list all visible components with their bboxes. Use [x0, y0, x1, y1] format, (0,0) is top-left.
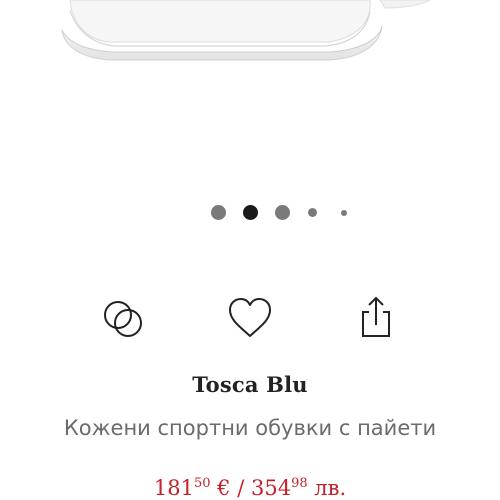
share-icon: [362, 296, 390, 337]
price-bgn-currency: лв.: [307, 476, 347, 500]
carousel-dot[interactable]: [341, 210, 347, 216]
carousel-dot[interactable]: [211, 205, 226, 220]
carousel-dot[interactable]: [308, 208, 317, 217]
price-eur-currency: € /: [210, 476, 251, 500]
carousel-dot[interactable]: [275, 205, 290, 220]
rings-compare-icon: [104, 301, 142, 337]
price-eur-decimals: 50: [193, 476, 211, 491]
product-brand[interactable]: Tosca Blu: [0, 372, 500, 397]
price-bgn-decimals: 98: [291, 476, 308, 491]
product-title: Кожени спортни обувки с пайети: [63, 416, 437, 440]
carousel-dot-active[interactable]: [243, 205, 258, 220]
product-image[interactable]: [0, 0, 500, 190]
compare-button[interactable]: [100, 296, 148, 342]
price-eur-integer: 181: [153, 476, 194, 500]
image-carousel-dots: [0, 200, 500, 224]
sneaker-image: [61, 0, 431, 61]
heart-icon: [229, 298, 271, 337]
product-price: 18150 € / 35498 лв.: [0, 476, 500, 500]
product-page: Tosca Blu Кожени спортни обувки с пайети…: [0, 0, 500, 500]
favorite-button[interactable]: [226, 296, 274, 342]
price-bgn-integer: 354: [250, 476, 292, 500]
share-button[interactable]: [352, 296, 400, 342]
